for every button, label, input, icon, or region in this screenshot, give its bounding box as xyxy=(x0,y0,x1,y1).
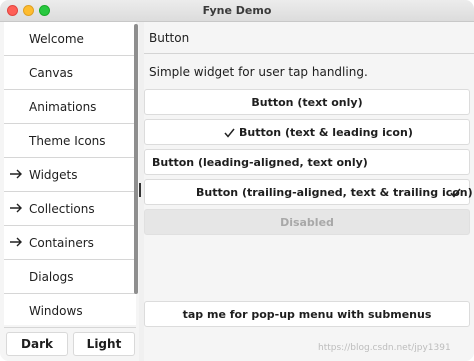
split-handle[interactable] xyxy=(139,183,141,197)
popup-menu-button[interactable]: tap me for pop-up menu with submenus xyxy=(144,301,470,327)
button-label: Disabled xyxy=(280,216,334,229)
sidebar-item-label: Widgets xyxy=(29,168,78,182)
trailing-aligned-button[interactable]: Button (trailing-aligned, text & trailin… xyxy=(144,179,473,205)
sidebar-item-label: Theme Icons xyxy=(29,134,106,148)
sidebar-item-label: Dialogs xyxy=(29,270,74,284)
button-label: Button (text only) xyxy=(251,96,363,109)
sidebar-item-label: Welcome xyxy=(29,32,84,46)
check-icon xyxy=(450,188,461,198)
sidebar-item-canvas[interactable]: Canvas xyxy=(4,56,136,90)
main-panel: Button Simple widget for user tap handli… xyxy=(144,22,474,361)
expand-arrow-icon[interactable] xyxy=(9,167,23,181)
sidebar-nav: Welcome Canvas Animations Theme Icons Wi… xyxy=(4,22,136,328)
button-label: Button (leading-aligned, text only) xyxy=(152,156,368,169)
app-window: Fyne Demo Welcome Canvas Animations Them… xyxy=(0,0,474,361)
sidebar-item-theme-icons[interactable]: Theme Icons xyxy=(4,124,136,158)
check-icon xyxy=(224,128,235,138)
leading-icon-button[interactable]: Button (text & leading icon) xyxy=(144,119,470,145)
text-only-button[interactable]: Button (text only) xyxy=(144,89,470,115)
expand-arrow-icon[interactable] xyxy=(9,201,23,215)
sidebar-item-label: Windows xyxy=(29,304,83,318)
leading-aligned-button[interactable]: Button (leading-aligned, text only) xyxy=(144,149,470,175)
button-label: Button (trailing-aligned, text & trailin… xyxy=(196,186,473,199)
sidebar-item-label: Canvas xyxy=(29,66,74,80)
expand-arrow-icon[interactable] xyxy=(9,235,23,249)
window-content: Welcome Canvas Animations Theme Icons Wi… xyxy=(0,22,474,361)
button-label: tap me for pop-up menu with submenus xyxy=(182,308,432,321)
watermark: https://blog.csdn.net/jpy1391 xyxy=(318,343,451,353)
window-title: Fyne Demo xyxy=(202,4,272,17)
sidebar-item-windows[interactable]: Windows xyxy=(4,294,136,328)
sidebar-item-collections[interactable]: Collections xyxy=(4,192,136,226)
title-divider xyxy=(144,53,474,54)
sidebar-item-label: Animations xyxy=(29,100,97,114)
page-subtitle: Simple widget for user tap handling. xyxy=(149,65,368,79)
page-title: Button xyxy=(149,31,190,45)
sidebar-item-containers[interactable]: Containers xyxy=(4,226,136,260)
sidebar-item-label: Collections xyxy=(29,202,95,216)
sidebar-item-animations[interactable]: Animations xyxy=(4,90,136,124)
title-bar: Fyne Demo xyxy=(0,0,474,22)
disabled-button: Disabled xyxy=(144,209,470,235)
dark-theme-button[interactable]: Dark xyxy=(6,332,68,356)
sidebar-item-widgets[interactable]: Widgets xyxy=(4,158,136,192)
sidebar-item-dialogs[interactable]: Dialogs xyxy=(4,260,136,294)
light-theme-button[interactable]: Light xyxy=(73,332,135,356)
sidebar-scrollbar[interactable] xyxy=(134,24,138,294)
sidebar-item-welcome[interactable]: Welcome xyxy=(4,22,136,56)
sidebar-item-label: Containers xyxy=(29,236,94,250)
button-label: Button (text & leading icon) xyxy=(239,126,413,139)
